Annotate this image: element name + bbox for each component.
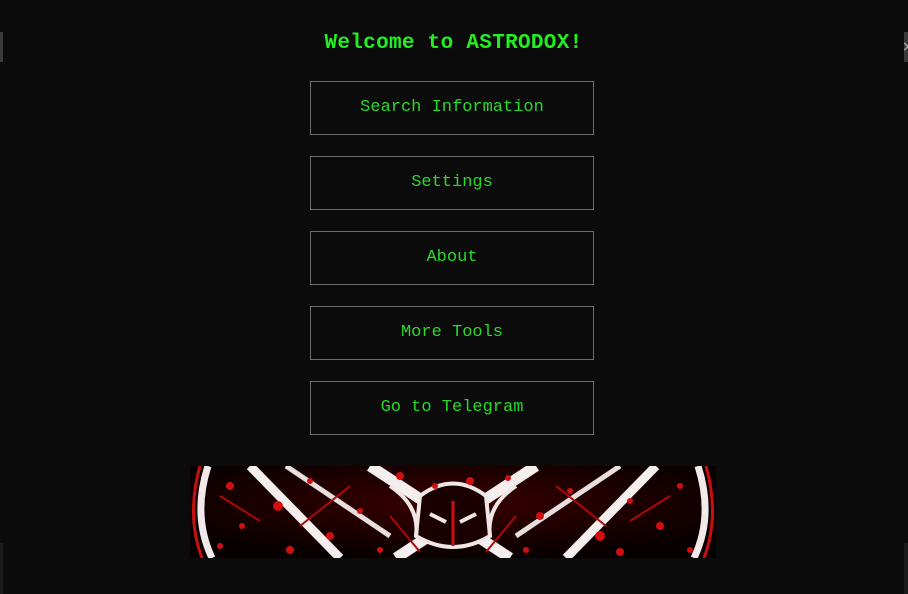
settings-button[interactable]: Settings [310, 156, 594, 210]
main-panel: Welcome to ASTRODOX! Search Information … [4, 0, 903, 594]
window-edge-left-lower [0, 543, 3, 594]
search-information-button[interactable]: Search Information [310, 81, 594, 135]
window-edge-left [0, 32, 3, 62]
about-button[interactable]: About [310, 231, 594, 285]
go-to-telegram-button[interactable]: Go to Telegram [310, 381, 594, 435]
page-title: Welcome to ASTRODOX! [324, 32, 583, 55]
more-tools-button[interactable]: More Tools [310, 306, 594, 360]
window-edge-right-lower [904, 543, 908, 594]
pentagram-emblem-image [190, 466, 716, 558]
banner-image [190, 466, 716, 558]
